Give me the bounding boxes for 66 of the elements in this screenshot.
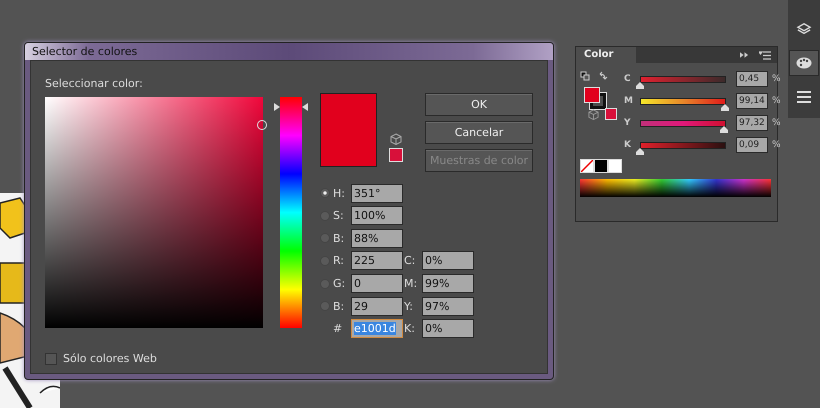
value-field[interactable]: 97% [422, 296, 474, 316]
field-label: C: [404, 254, 416, 268]
unit-label: % [772, 96, 781, 106]
value-field[interactable]: 99% [422, 274, 474, 294]
slider-label: M [624, 96, 634, 106]
slider-thumb[interactable] [636, 82, 644, 88]
value-field[interactable]: 225 [351, 251, 403, 270]
dialog-button[interactable]: OK [425, 92, 533, 116]
dialog-button[interactable]: Cancelar [425, 120, 533, 144]
field-label: G: [333, 277, 346, 290]
value-field[interactable]: 29 [351, 296, 403, 316]
hue-pointer-icon[interactable] [274, 103, 308, 112]
unit-label: % [772, 140, 781, 150]
palette-icon [796, 56, 812, 70]
value-field[interactable]: 88% [351, 228, 403, 248]
field-label: B: [333, 300, 346, 313]
slider-label: Y [624, 118, 632, 128]
value-field[interactable]: 0,45 [736, 71, 768, 87]
value-field[interactable]: 0% [422, 251, 474, 270]
value-field[interactable]: 351° [351, 184, 403, 203]
checkbox-label: Sólo colores Web [63, 352, 157, 365]
slider-label: C [624, 74, 632, 84]
field-label: H: [333, 186, 346, 200]
web-color-swatch[interactable] [389, 148, 403, 162]
panel-button[interactable] [789, 50, 819, 76]
default-colors-icon[interactable] [580, 71, 590, 81]
quick-color-swatch[interactable] [594, 159, 608, 173]
cube-icon[interactable] [390, 132, 402, 145]
color-marker-icon[interactable] [257, 120, 267, 130]
color-spectrum[interactable] [580, 179, 771, 197]
value-field[interactable]: 0,09 [736, 137, 768, 153]
radio-button[interactable] [320, 188, 330, 198]
double-arrow-icon[interactable] [740, 52, 749, 58]
field-label: K: [404, 322, 416, 336]
field-label: B: [333, 232, 346, 245]
value-field[interactable]: 99,14 [736, 93, 768, 109]
hex-label: # [333, 322, 344, 336]
slider-label: K [624, 140, 632, 150]
checkbox[interactable] [45, 352, 57, 364]
field-label: S: [333, 209, 345, 222]
value-field[interactable]: 100% [351, 206, 403, 226]
slider-thumb[interactable] [720, 126, 728, 132]
unit-label: % [772, 74, 781, 84]
cube-icon[interactable] [588, 109, 599, 120]
value-field[interactable]: 97,32 [736, 115, 768, 131]
field-label: Y: [404, 300, 414, 313]
prompt-label: Seleccionar color: [45, 76, 144, 90]
none-swatch-icon[interactable] [580, 159, 594, 173]
unit-label: % [772, 118, 781, 128]
fill-stroke-icon[interactable] [584, 87, 606, 109]
hex-field[interactable]: e1001d [351, 319, 403, 338]
layers-icon[interactable] [796, 22, 812, 36]
slider-thumb[interactable] [721, 104, 730, 110]
value-field[interactable]: 0 [351, 274, 403, 294]
field-label: M: [404, 277, 418, 290]
hue-slider[interactable] [274, 96, 308, 328]
panel-tab[interactable]: Color [576, 47, 636, 63]
swap-icon[interactable] [598, 71, 608, 81]
menu-icon[interactable] [796, 90, 812, 104]
menu-icon[interactable] [759, 50, 771, 60]
slider-thumb[interactable] [636, 148, 644, 154]
value-field[interactable]: 0% [422, 319, 474, 338]
web-color-swatch[interactable] [605, 108, 617, 120]
dialog-title: Selector de colores [32, 44, 138, 58]
quick-color-swatch[interactable] [608, 159, 622, 173]
field-label: R: [333, 254, 346, 268]
